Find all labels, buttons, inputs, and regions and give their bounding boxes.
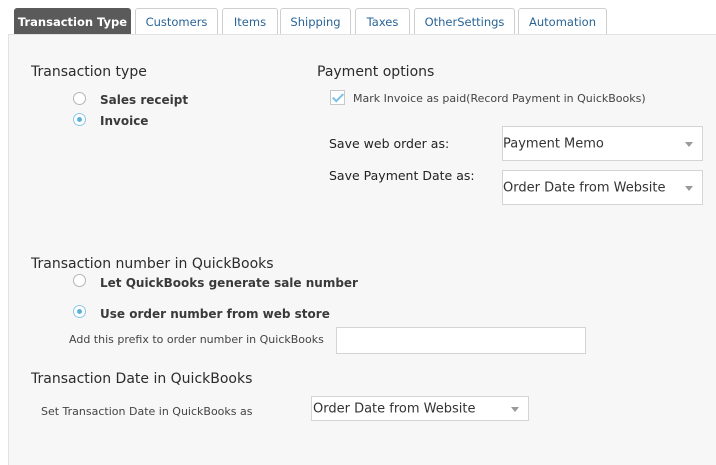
invoice-radio[interactable] — [73, 113, 86, 126]
save-payment-date-value: Order Date from Website — [503, 180, 666, 195]
transaction-date-title: Transaction Date in QuickBooks — [31, 371, 253, 387]
prefix-input[interactable] — [336, 327, 586, 354]
set-transaction-date-select[interactable]: Order Date from Website — [311, 396, 529, 421]
save-web-order-select[interactable]: Payment Memo — [502, 126, 703, 161]
use-order-number-radio[interactable] — [73, 305, 86, 318]
save-web-order-label: Save web order as: — [329, 136, 450, 151]
save-payment-date-select[interactable]: Order Date from Website — [502, 170, 703, 205]
let-quickbooks-generate-label: Let QuickBooks generate sale number — [100, 276, 358, 290]
tab-transaction-type[interactable]: Transaction Type — [14, 8, 131, 34]
mark-invoice-paid-label: Mark Invoice as paid(Record Payment in Q… — [353, 92, 646, 105]
sales-receipt-radio[interactable] — [73, 92, 86, 105]
save-payment-date-label: Save Payment Date as: — [329, 168, 475, 183]
chevron-down-icon — [511, 406, 519, 412]
tab-customers[interactable]: Customers — [135, 8, 218, 34]
mark-invoice-paid-checkbox[interactable] — [330, 90, 345, 105]
payment-options-title: Payment options — [317, 64, 435, 80]
chevron-down-icon — [685, 185, 693, 191]
tab-automation[interactable]: Automation — [518, 8, 607, 34]
invoice-label: Invoice — [100, 114, 149, 128]
tab-shipping[interactable]: Shipping — [280, 8, 351, 34]
save-web-order-value: Payment Memo — [503, 136, 604, 151]
settings-panel: Transaction type Sales receipt Invoice P… — [8, 34, 716, 465]
prefix-label: Add this prefix to order number in Quick… — [69, 333, 324, 346]
chevron-down-icon — [685, 141, 693, 147]
set-transaction-date-label: Set Transaction Date in QuickBooks as — [41, 405, 253, 418]
use-order-number-label: Use order number from web store — [100, 307, 330, 321]
transaction-number-title: Transaction number in QuickBooks — [31, 256, 274, 272]
tab-other-settings[interactable]: OtherSettings — [414, 8, 515, 34]
transaction-type-title: Transaction type — [31, 64, 147, 80]
sales-receipt-label: Sales receipt — [100, 93, 189, 107]
tab-taxes[interactable]: Taxes — [355, 8, 410, 34]
set-transaction-date-value: Order Date from Website — [313, 401, 476, 416]
tab-items[interactable]: Items — [222, 8, 278, 34]
let-quickbooks-generate-radio[interactable] — [73, 274, 86, 287]
